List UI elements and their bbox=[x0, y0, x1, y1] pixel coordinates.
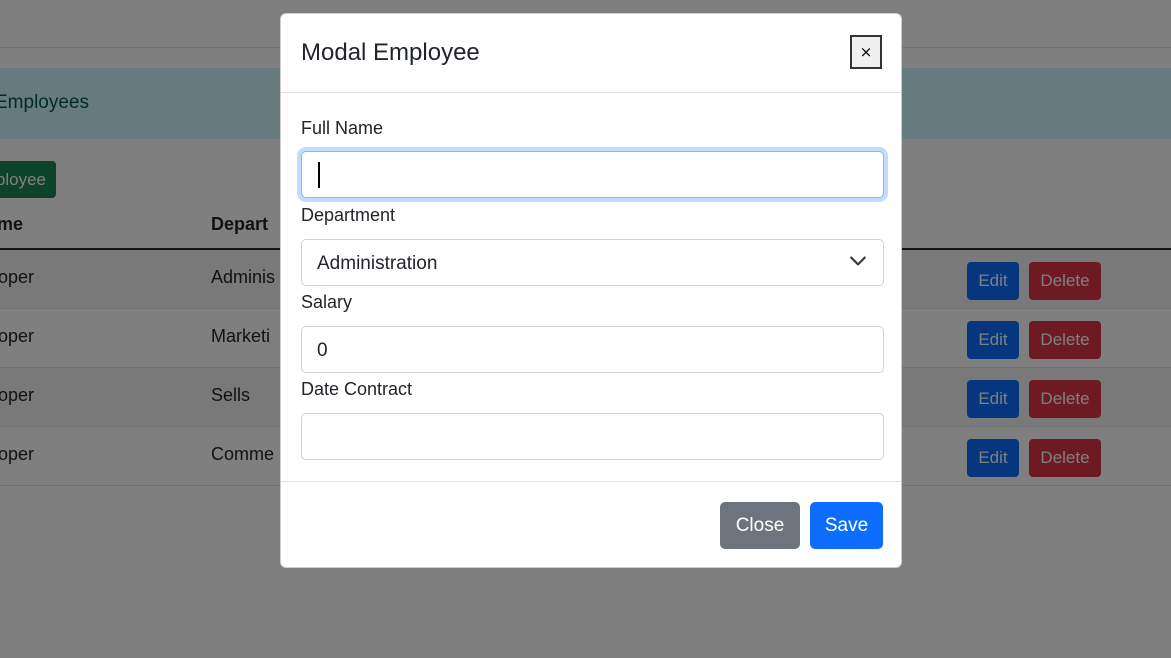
department-label: Department bbox=[301, 205, 396, 225]
close-button[interactable]: Close bbox=[720, 502, 800, 549]
modal-title: Modal Employee bbox=[301, 39, 480, 66]
employee-modal: Modal Employee × Full Name Department Ad… bbox=[280, 13, 902, 568]
salary-input[interactable]: 0 bbox=[301, 326, 884, 373]
modal-footer: Close Save bbox=[281, 481, 901, 568]
chevron-down-icon bbox=[850, 256, 866, 266]
text-caret bbox=[318, 162, 320, 188]
department-selected-value: Administration bbox=[317, 253, 438, 274]
date-contract-input[interactable] bbox=[301, 413, 884, 460]
save-button[interactable]: Save bbox=[810, 502, 883, 549]
salary-value: 0 bbox=[317, 340, 328, 361]
full-name-label: Full Name bbox=[301, 118, 384, 138]
department-select[interactable]: Administration bbox=[301, 239, 884, 286]
date-contract-label: Date Contract bbox=[301, 379, 413, 399]
modal-header: Modal Employee × bbox=[281, 14, 901, 93]
salary-label: Salary bbox=[301, 292, 353, 312]
modal-close-icon-button[interactable]: × bbox=[850, 35, 882, 69]
full-name-input[interactable] bbox=[301, 151, 884, 198]
